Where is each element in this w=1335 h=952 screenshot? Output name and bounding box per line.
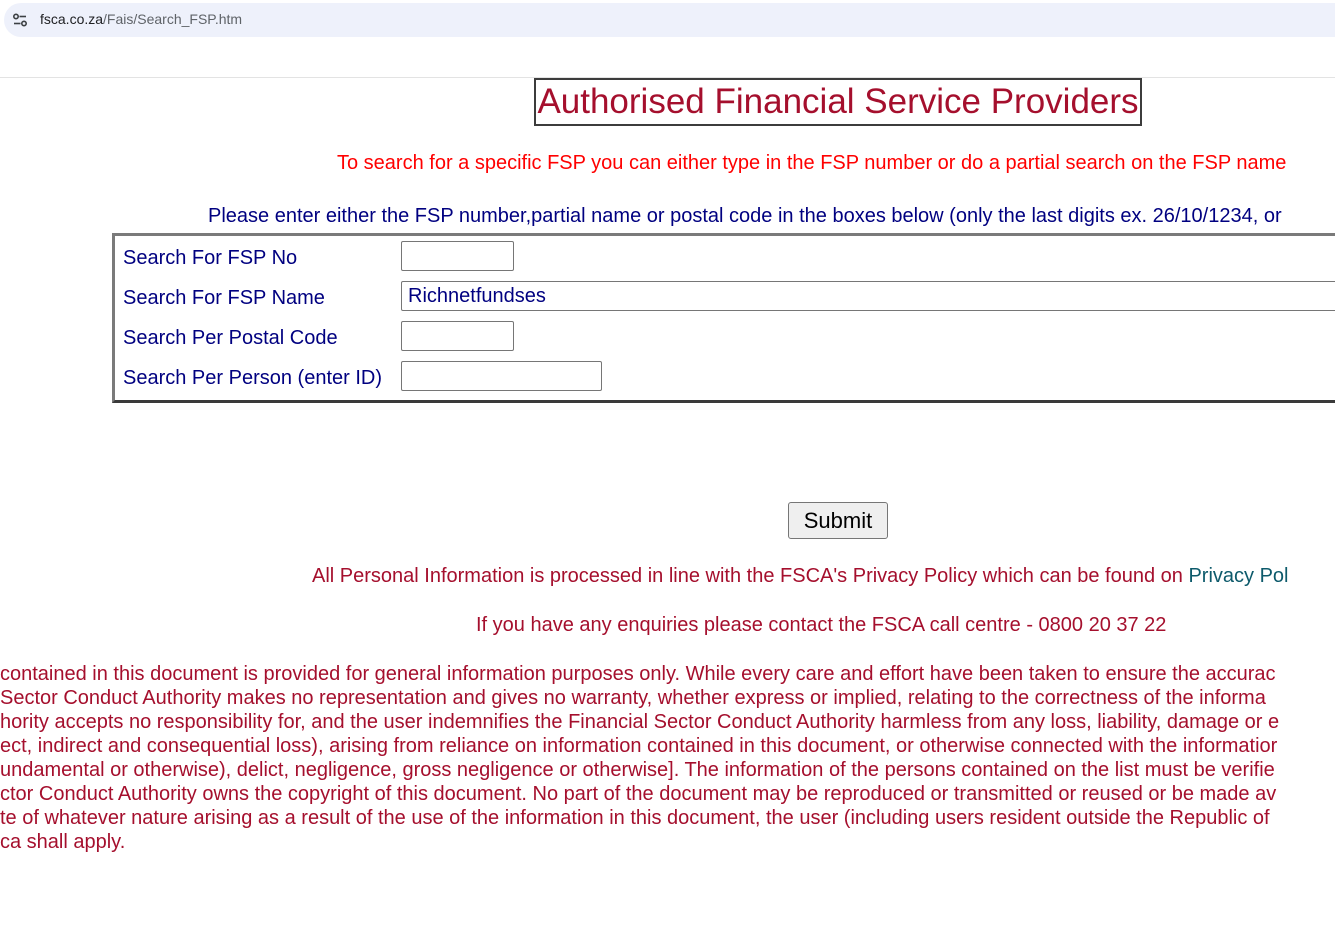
privacy-notice: All Personal Information is processed in… xyxy=(312,564,1289,588)
fsp-no-input[interactable] xyxy=(401,241,514,271)
url-text[interactable]: fsca.co.za/Fais/Search_FSP.htm xyxy=(40,11,242,27)
search-instruction: To search for a specific FSP you can eit… xyxy=(337,152,1287,174)
privacy-policy-link[interactable]: Privacy Pol xyxy=(1188,565,1288,587)
browser-viewport: fsca.co.za/Fais/Search_FSP.htm Authorise… xyxy=(0,0,1335,952)
url-host: fsca.co.za xyxy=(40,11,104,27)
submit-button[interactable]: Submit xyxy=(788,502,888,539)
search-form: Search For FSP No Search For FSP Name Se… xyxy=(112,233,1335,403)
enquiry-notice: If you have any enquiries please contact… xyxy=(476,614,1167,636)
disclaimer: contained in this document is provided f… xyxy=(0,662,1335,854)
page-title: Authorised Financial Service Providers xyxy=(534,78,1142,126)
fsp-name-input[interactable] xyxy=(401,281,1335,311)
fsp-name-label: Search For FSP Name xyxy=(123,287,325,309)
disclaimer-line: ect, indirect and consequential loss), a… xyxy=(0,735,1278,757)
entry-instruction: Please enter either the FSP number,parti… xyxy=(208,205,1282,227)
fsp-no-label: Search For FSP No xyxy=(123,247,298,269)
disclaimer-line: ca shall apply. xyxy=(0,831,126,853)
disclaimer-line: Sector Conduct Authority makes no repres… xyxy=(0,687,1266,709)
person-id-label: Search Per Person (enter ID) xyxy=(123,367,382,389)
disclaimer-line: ctor Conduct Authority owns the copyrigh… xyxy=(0,783,1277,805)
person-id-input[interactable] xyxy=(401,361,602,391)
disclaimer-line: undamental or otherwise), delict, neglig… xyxy=(0,759,1275,781)
address-bar[interactable]: fsca.co.za/Fais/Search_FSP.htm xyxy=(4,3,1335,37)
disclaimer-line: contained in this document is provided f… xyxy=(0,663,1276,685)
disclaimer-line: te of whatever nature arising as a resul… xyxy=(0,807,1270,829)
privacy-text: All Personal Information is processed in… xyxy=(312,565,1189,587)
postal-code-input[interactable] xyxy=(401,321,514,351)
postal-code-label: Search Per Postal Code xyxy=(123,327,338,349)
url-path: /Fais/Search_FSP.htm xyxy=(103,11,243,27)
disclaimer-line: hority accepts no responsibility for, an… xyxy=(0,711,1280,733)
tune-icon[interactable] xyxy=(12,12,28,28)
